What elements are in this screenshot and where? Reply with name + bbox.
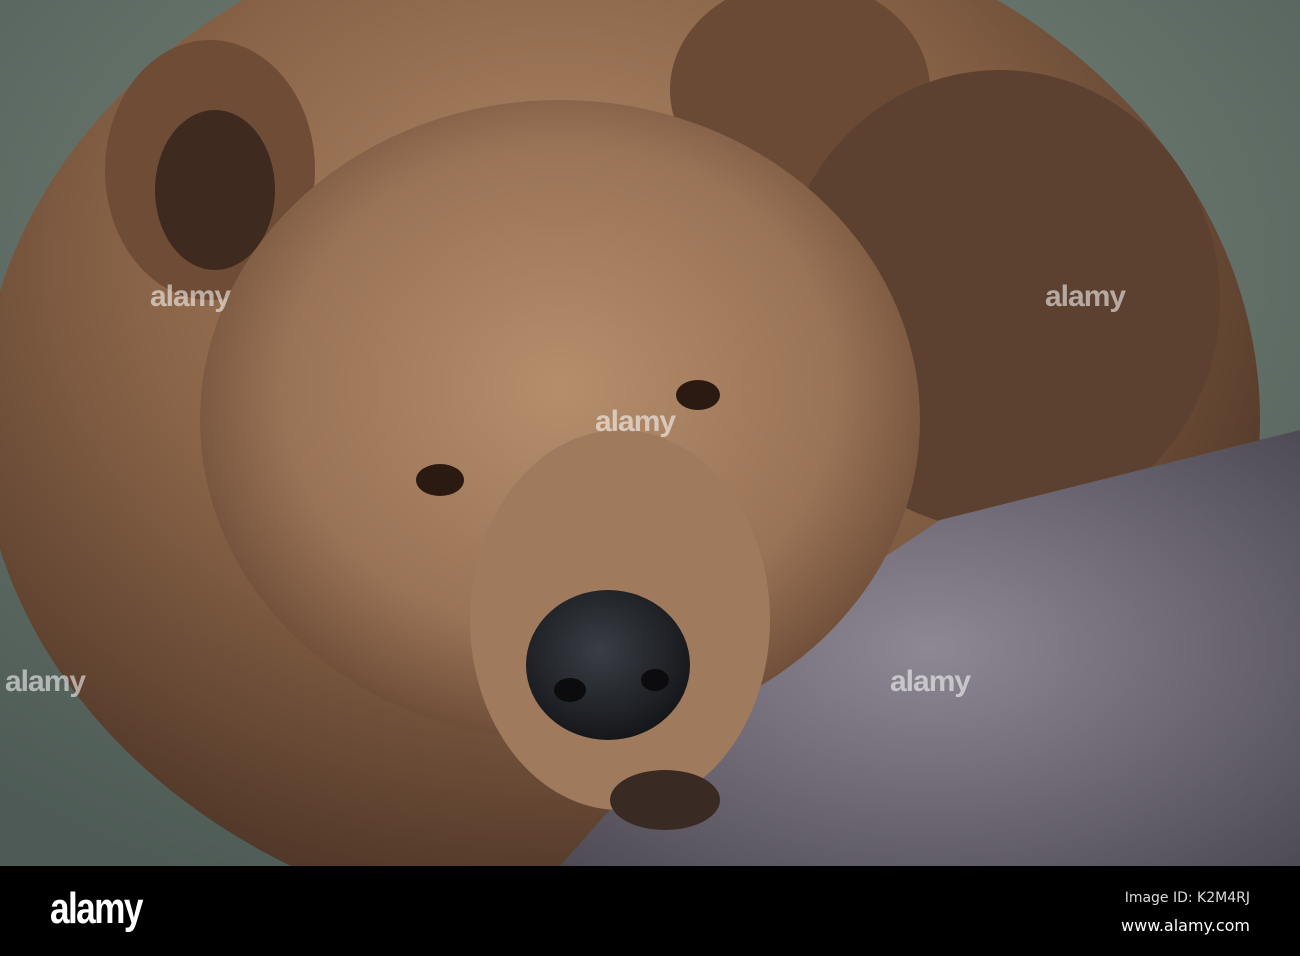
watermark: alamy	[1045, 280, 1126, 313]
watermark: alamy	[5, 665, 86, 698]
image-id: Image ID: K2M4RJ	[1124, 890, 1250, 906]
watermark: alamy	[890, 665, 971, 698]
website-link[interactable]: www.alamy.com	[1121, 916, 1250, 935]
watermark: alamy	[150, 280, 231, 313]
alamy-logo[interactable]: alamy	[50, 884, 143, 934]
watermark: alamy	[595, 405, 676, 438]
footer-bar: alamy Image ID: K2M4RJ www.alamy.com	[0, 866, 1300, 956]
